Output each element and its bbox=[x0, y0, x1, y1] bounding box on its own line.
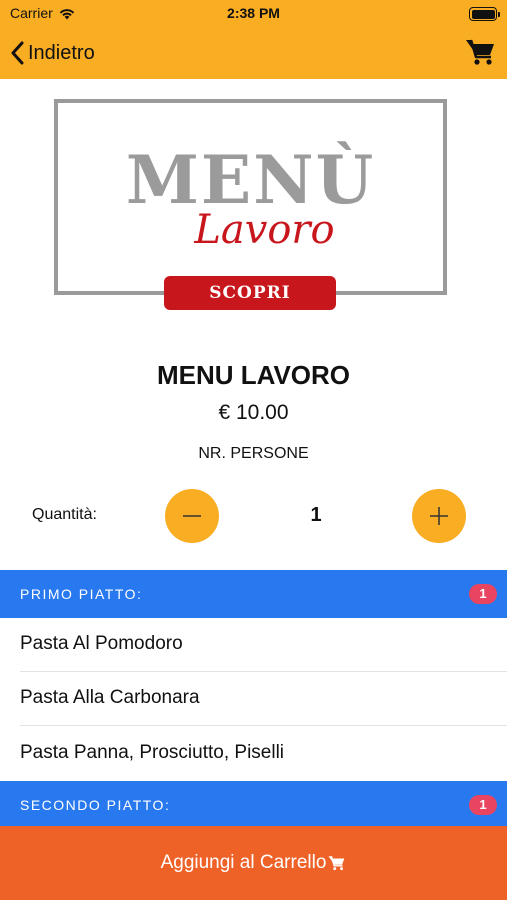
section-title: PRIMO PIATTO: bbox=[20, 586, 143, 602]
nav-bar: Indietro bbox=[0, 28, 507, 79]
quantity-value: 1 bbox=[310, 504, 322, 526]
quantity-label: Quantità: bbox=[32, 506, 97, 523]
discover-button[interactable]: SCOPRI bbox=[164, 276, 336, 310]
minus-icon bbox=[183, 515, 201, 517]
product-price: € 10.00 bbox=[218, 401, 289, 424]
add-to-cart-label: Aggiungi al Carrello bbox=[160, 852, 327, 873]
persons-label: NR. PERSONE bbox=[198, 445, 309, 462]
menu-banner[interactable]: MENÙ Lavoro SCOPRI bbox=[54, 99, 447, 313]
battery-icon bbox=[469, 7, 500, 21]
status-bar: Carrier 2:38 PM bbox=[0, 0, 507, 28]
section-title: SECONDO PIATTO: bbox=[20, 797, 171, 813]
status-time: 2:38 PM bbox=[227, 5, 280, 21]
section-header-secondo: SECONDO PIATTO: 1 bbox=[0, 781, 507, 826]
product-title: MENU LAVORO bbox=[156, 360, 351, 390]
chevron-left-icon bbox=[11, 41, 24, 65]
banner-subtitle: Lavoro bbox=[194, 207, 335, 253]
list-item[interactable]: Pasta Al Pomodoro bbox=[0, 618, 507, 672]
divider bbox=[20, 725, 507, 726]
back-label: Indietro bbox=[28, 41, 95, 64]
plus-icon bbox=[430, 507, 448, 525]
section-header-primo: PRIMO PIATTO: 1 bbox=[0, 570, 507, 618]
cart-icon bbox=[328, 856, 345, 871]
list-item[interactable]: Pasta Panna, Prosciutto, Piselli bbox=[0, 727, 507, 781]
section-badge: 1 bbox=[469, 584, 497, 604]
section-badge: 1 bbox=[469, 795, 497, 815]
cart-icon bbox=[466, 39, 494, 65]
list-item-label: Pasta Alla Carbonara bbox=[20, 687, 200, 708]
cart-button[interactable] bbox=[465, 36, 497, 68]
back-button[interactable]: Indietro bbox=[10, 38, 95, 68]
decrease-quantity-button[interactable] bbox=[165, 489, 219, 543]
add-to-cart-button[interactable]: Aggiungi al Carrello bbox=[0, 826, 507, 900]
list-item[interactable]: Pasta Alla Carbonara bbox=[0, 672, 507, 726]
list-item-label: Pasta Panna, Prosciutto, Piselli bbox=[20, 742, 285, 763]
increase-quantity-button[interactable] bbox=[412, 489, 466, 543]
list-item-label: Pasta Al Pomodoro bbox=[20, 633, 183, 654]
banner-frame: MENÙ Lavoro bbox=[54, 99, 447, 295]
